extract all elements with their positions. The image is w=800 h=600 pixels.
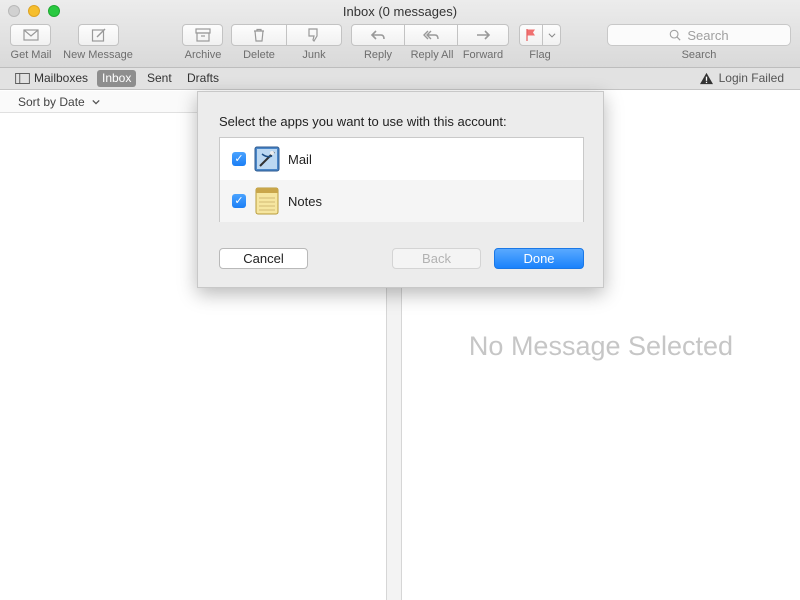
reply-all-label: Reply All <box>410 49 454 61</box>
notes-app-label: Notes <box>288 193 322 209</box>
mail-checkbox[interactable]: ✓ <box>232 152 246 166</box>
account-apps-sheet: Select the apps you want to use with thi… <box>197 91 604 288</box>
login-failed-label: Login Failed <box>718 71 784 85</box>
flag-icon <box>526 29 535 41</box>
reply-arrow-icon <box>370 30 385 40</box>
flag-button[interactable] <box>519 24 543 46</box>
sheet-title: Select the apps you want to use with thi… <box>219 114 507 129</box>
sidebar-icon <box>15 73 30 84</box>
favorite-sent[interactable]: Sent <box>142 70 177 87</box>
get-mail-button[interactable] <box>10 24 51 46</box>
window-title: Inbox (0 messages) <box>342 4 458 19</box>
app-row-notes[interactable]: ✓ Notes <box>220 180 583 222</box>
junk-button[interactable] <box>286 24 342 46</box>
app-row-mail[interactable]: ✓ Mail <box>220 138 583 180</box>
reply-label: Reply <box>363 49 393 61</box>
thumbs-down-icon <box>308 28 318 42</box>
flag-dropdown-button[interactable] <box>542 24 561 46</box>
forward-arrow-icon <box>477 30 491 40</box>
back-button[interactable]: Back <box>392 248 481 269</box>
magnifier-icon <box>670 29 681 41</box>
chevron-down-icon <box>548 33 555 38</box>
mail-app-icon <box>254 144 280 174</box>
chevron-down-icon <box>92 99 100 105</box>
notes-app-icon <box>254 186 280 216</box>
search-label: Search <box>681 49 717 61</box>
reply-button[interactable] <box>351 24 405 46</box>
junk-label: Junk <box>302 49 326 61</box>
search-placeholder: Search <box>687 27 729 43</box>
trash-icon <box>254 28 264 42</box>
mailboxes-label: Mailboxes <box>34 71 89 85</box>
favorite-inbox[interactable]: Inbox <box>97 70 137 87</box>
app-list: ✓ Mail ✓ Notes <box>219 137 584 222</box>
forward-label: Forward <box>462 49 504 61</box>
cancel-button[interactable]: Cancel <box>219 248 308 269</box>
compose-icon <box>91 28 105 42</box>
done-button[interactable]: Done <box>494 248 584 269</box>
window-toolbar: Inbox (0 messages) Get Mail New Message … <box>0 0 800 68</box>
get-mail-label: Get Mail <box>10 49 52 61</box>
mail-app-label: Mail <box>288 151 312 167</box>
flag-label: Flag <box>529 49 551 61</box>
favorite-drafts[interactable]: Drafts <box>182 70 224 87</box>
archive-button[interactable] <box>182 24 223 46</box>
delete-button[interactable] <box>231 24 287 46</box>
new-message-label: New Message <box>63 49 133 61</box>
notes-checkbox[interactable]: ✓ <box>232 194 246 208</box>
sort-label: Sort by Date <box>18 95 85 109</box>
forward-button[interactable] <box>457 24 509 46</box>
archive-box-icon <box>194 28 211 42</box>
favorites-bar: Mailboxes Inbox Sent Drafts Login Failed <box>0 68 800 90</box>
search-input[interactable]: Search <box>607 24 791 46</box>
no-message-selected-text: No Message Selected <box>468 331 734 361</box>
delete-label: Delete <box>243 49 275 61</box>
archive-label: Archive <box>184 49 222 61</box>
reply-all-button[interactable] <box>404 24 458 46</box>
new-message-button[interactable] <box>78 24 119 46</box>
warning-triangle-icon <box>699 72 713 84</box>
mailboxes-toggle[interactable]: Mailboxes <box>10 70 93 87</box>
envelope-icon <box>22 29 39 41</box>
login-failed-status[interactable]: Login Failed <box>699 71 784 85</box>
reply-all-arrow-icon <box>423 30 439 40</box>
